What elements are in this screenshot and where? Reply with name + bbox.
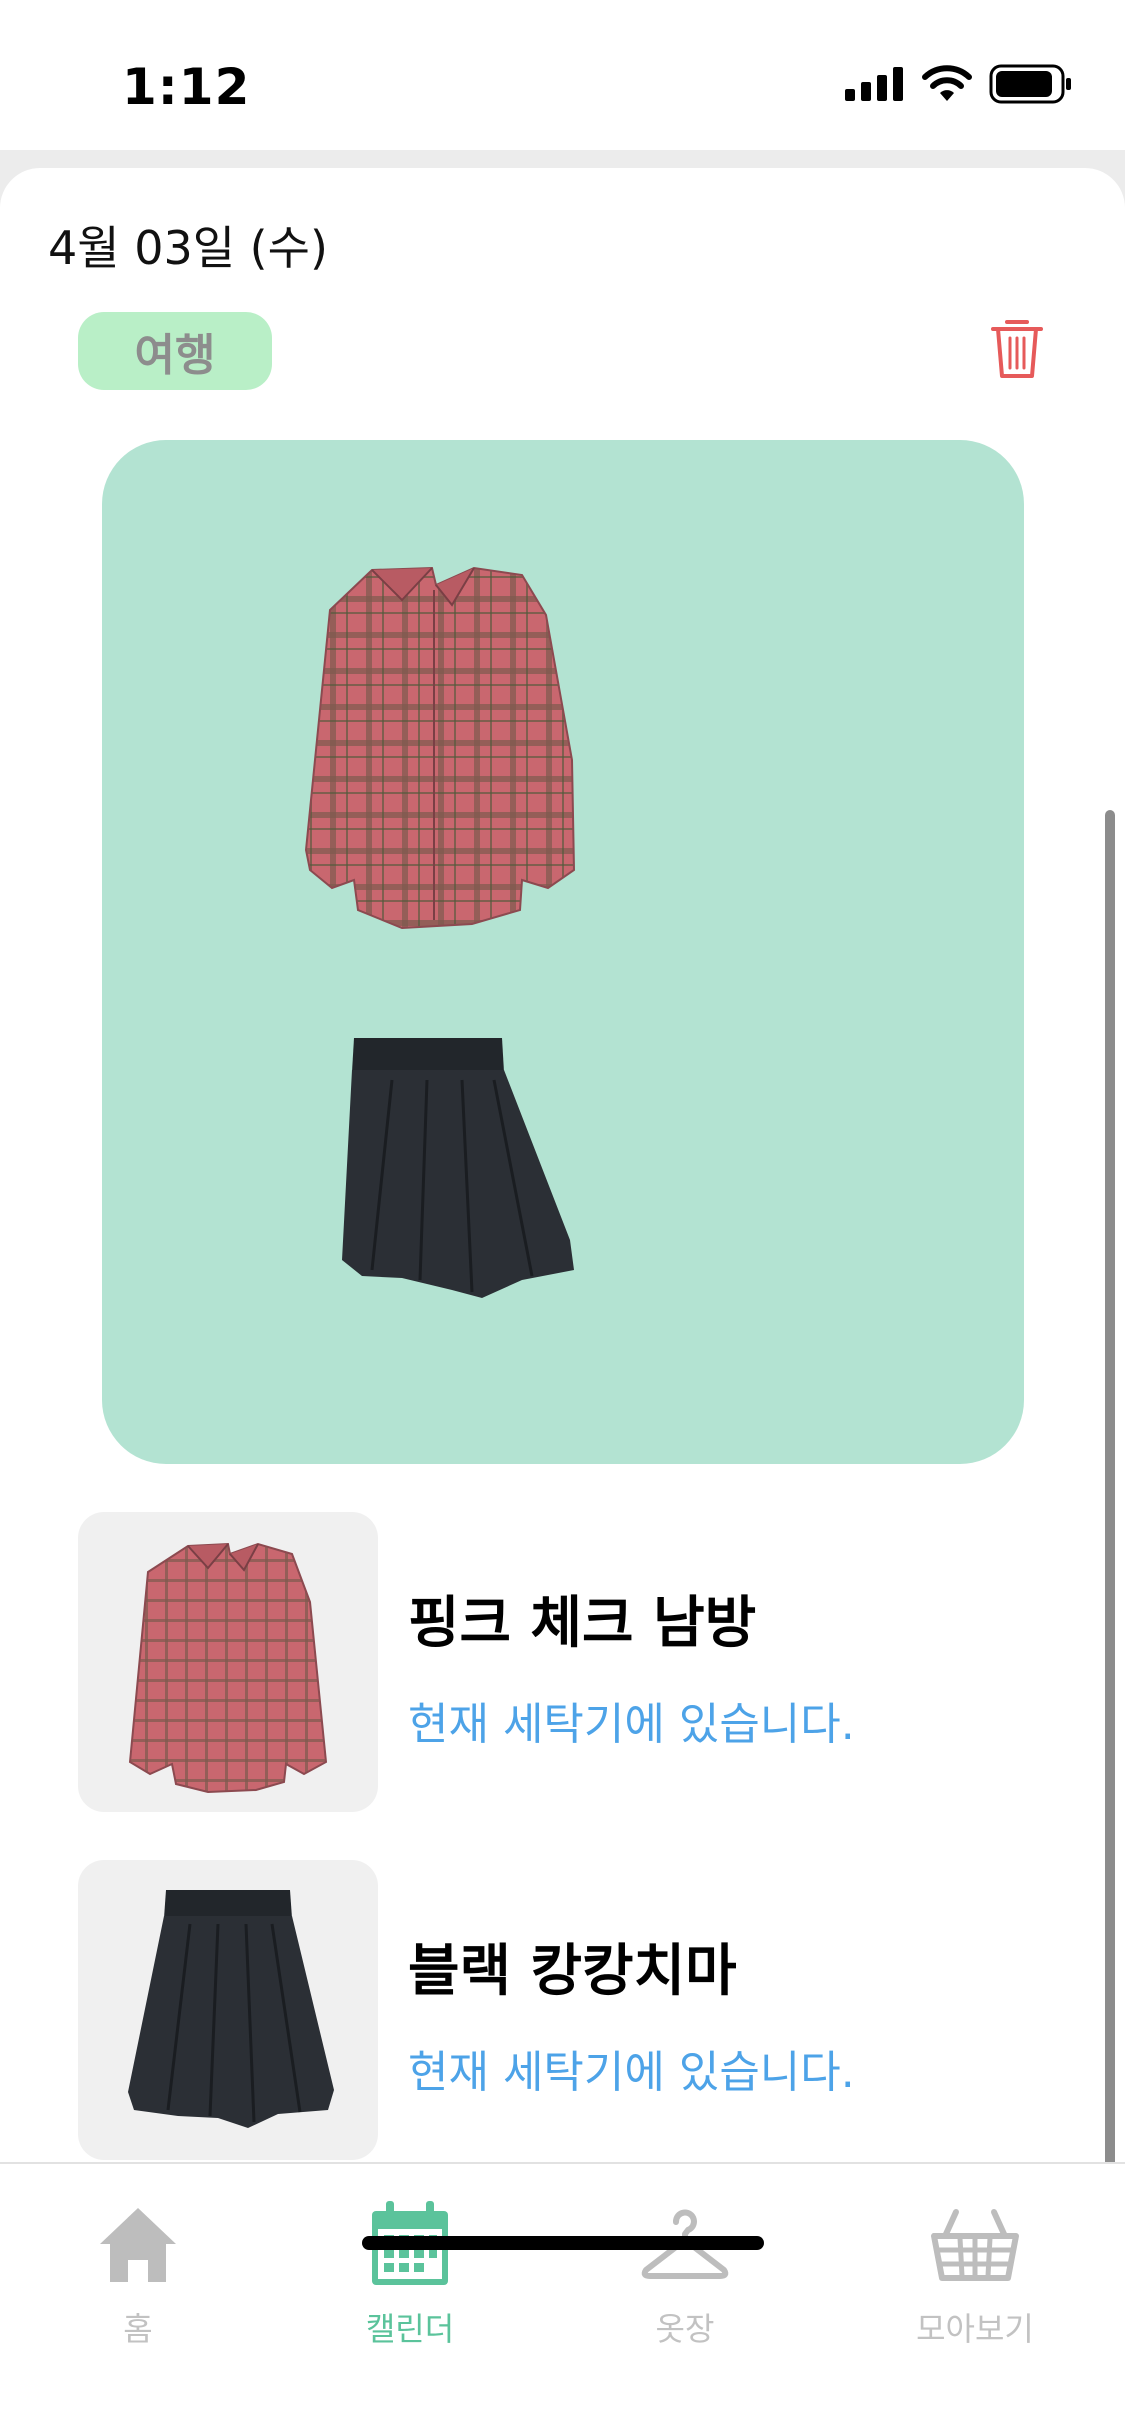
signal-icon <box>845 67 903 101</box>
skirt-thumbnail-image <box>128 1890 334 2128</box>
item-name: 핑크 체크 남방 <box>408 1591 757 1656</box>
shirt-drawing <box>304 566 576 930</box>
item-thumbnail <box>78 1512 378 1812</box>
status-time: 1:12 <box>122 58 251 116</box>
tag-badge[interactable]: 여행 <box>78 312 272 390</box>
basket-icon <box>931 2209 1019 2281</box>
tab-label: 옷장 <box>655 2310 715 2348</box>
delete-button[interactable] <box>982 308 1052 388</box>
tab-home[interactable]: 홈 <box>18 2164 258 2364</box>
home-icon <box>100 2208 176 2282</box>
item-name: 블랙 캉캉치마 <box>408 1939 737 2004</box>
status-bar: 1:12 <box>0 0 1125 150</box>
list-item[interactable]: 핑크 체크 남방 현재 세탁기에 있습니다. <box>78 1512 1078 1812</box>
skirt-drawing <box>342 1038 574 1298</box>
tab-closet[interactable]: 옷장 <box>565 2164 805 2364</box>
status-icons <box>845 64 1073 104</box>
list-item[interactable]: 블랙 캉캉치마 현재 세탁기에 있습니다. <box>78 1860 1078 2160</box>
tab-label: 캘린더 <box>365 2310 455 2348</box>
trash-icon <box>991 320 1043 378</box>
outfit-card[interactable] <box>102 440 1024 1464</box>
item-status: 현재 세탁기에 있습니다. <box>408 2047 855 2098</box>
outfit-detail-sheet: 4월 03일 (수) 여행 핑크 체크 남방 현재 세탁기에 있습니다. 블랙 … <box>0 168 1125 2436</box>
tab-calendar[interactable]: 캘린더 <box>290 2164 530 2364</box>
date-title: 4월 03일 (수) <box>48 221 328 275</box>
home-indicator[interactable] <box>362 2236 764 2250</box>
item-status: 현재 세탁기에 있습니다. <box>408 1699 855 1750</box>
tab-collection[interactable]: 모아보기 <box>855 2164 1095 2364</box>
wifi-icon <box>922 65 972 101</box>
battery-icon <box>989 64 1071 104</box>
tab-bar: 홈 캘린더 옷장 모아보기 <box>0 2162 1125 2436</box>
item-thumbnail <box>78 1860 378 2160</box>
scrollbar[interactable] <box>1105 810 1115 2230</box>
shirt-thumbnail-image <box>128 1542 328 1794</box>
tab-label: 홈 <box>123 2310 153 2348</box>
tab-label: 모아보기 <box>916 2310 1034 2348</box>
outfit-image <box>304 566 576 1298</box>
